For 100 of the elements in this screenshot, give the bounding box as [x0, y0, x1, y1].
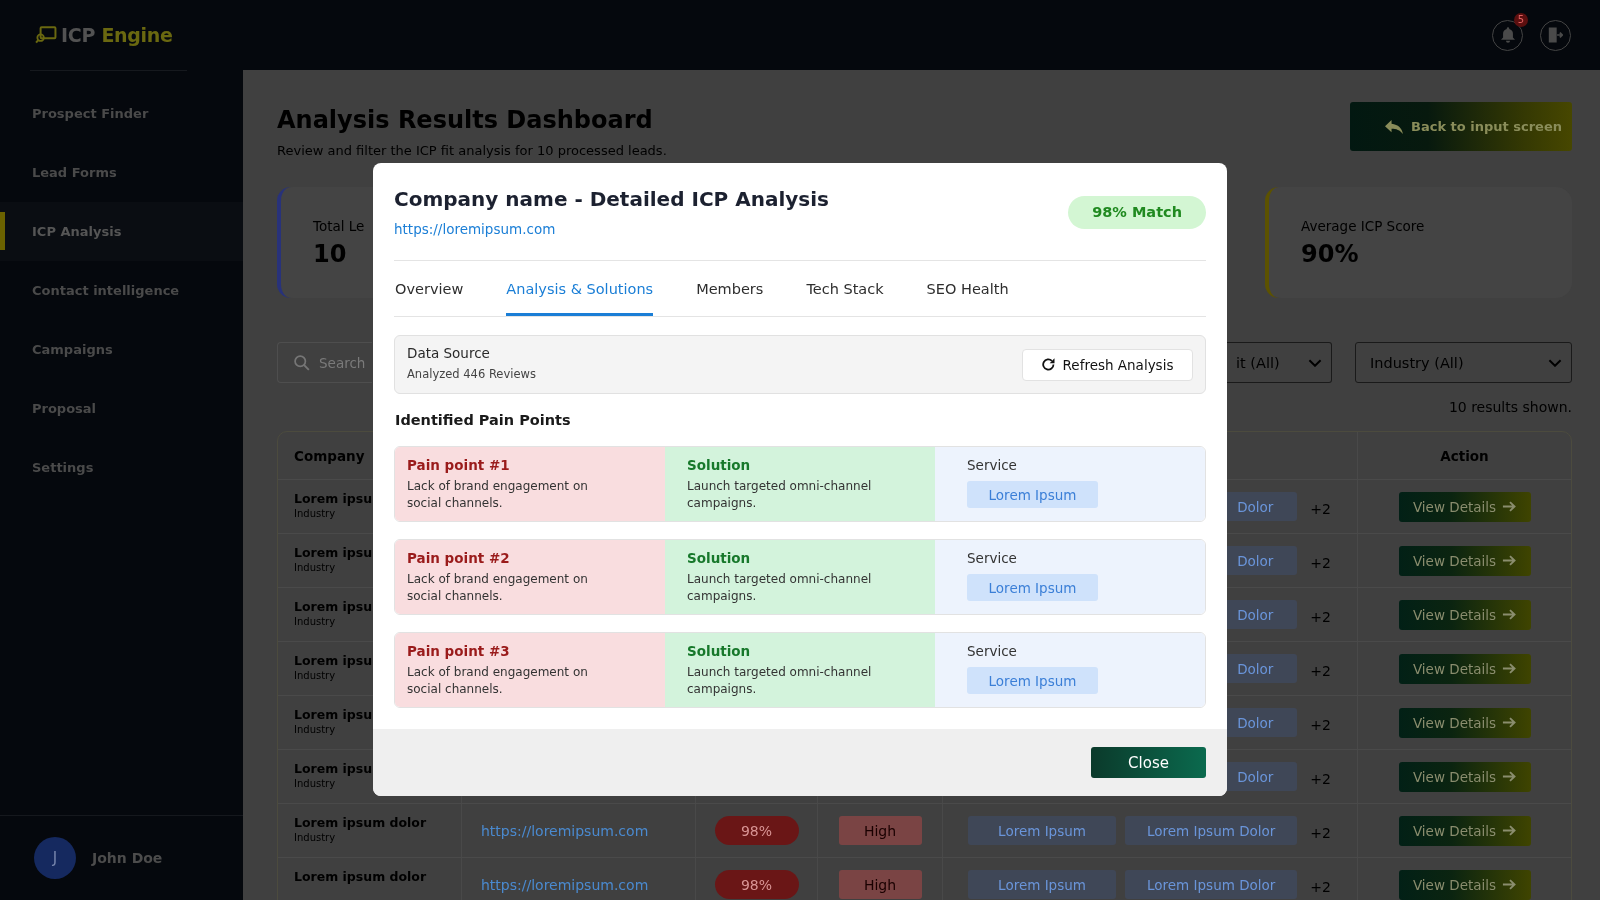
more-count: +2	[1310, 499, 1331, 517]
website-link[interactable]: https://loremipsum.com	[394, 219, 556, 239]
arrow-right-icon	[1502, 501, 1517, 512]
column-header: Action	[1440, 447, 1489, 464]
refresh-button[interactable]: Refresh Analysis	[1022, 348, 1193, 381]
arrow-right-icon	[1502, 825, 1517, 836]
pain-point-title: Pain point #1	[407, 456, 511, 474]
logo-icon	[35, 26, 57, 44]
solution-text: Launch targeted omni-channel campaigns.	[687, 571, 873, 605]
score-badge: 98%	[714, 870, 799, 899]
service-label: Service	[967, 456, 1018, 474]
solution-text: Launch targeted omni-channel campaigns.	[687, 478, 873, 512]
service-tag: Lorem Ipsum Dolor	[1125, 816, 1298, 845]
user-avatar: J	[34, 837, 76, 879]
service-tag: Lorem Ipsum	[967, 481, 1098, 508]
fit-badge: High	[838, 816, 922, 845]
company-name: Lorem ipsu	[294, 599, 373, 615]
view-details-button[interactable]: View Details	[1398, 653, 1531, 684]
solution-title: Solution	[687, 642, 752, 660]
tab[interactable]: SEO Health	[926, 261, 1009, 316]
arrow-right-icon	[1502, 771, 1517, 782]
search-icon	[294, 354, 310, 371]
arrow-right-icon	[1502, 555, 1517, 566]
search-field[interactable]: Search	[277, 342, 372, 383]
stat-value: 90%	[1301, 238, 1360, 269]
service-label: Service	[967, 549, 1018, 567]
more-count: +2	[1310, 769, 1331, 787]
page-subtitle: Review and filter the ICP fit analysis for 10 processed leads.	[277, 142, 667, 160]
more-count: +2	[1310, 715, 1331, 733]
service-tag: Lorem Ipsum	[967, 574, 1098, 601]
column-header: Company	[294, 447, 365, 464]
more-count: +2	[1310, 553, 1331, 571]
service-label: Service	[967, 642, 1018, 660]
company-name: Lorem ipsum dolor	[294, 869, 427, 885]
data-source-detail: Analyzed 446 Reviews	[407, 366, 536, 382]
industry-label: Industry	[294, 562, 336, 574]
chevron-down-icon	[1548, 358, 1562, 367]
chevron-down-icon	[1308, 358, 1322, 367]
more-count: +2	[1310, 607, 1331, 625]
view-details-button[interactable]: View Details	[1398, 707, 1531, 738]
view-details-button[interactable]: View Details	[1398, 491, 1531, 522]
pain-point-title: Pain point #2	[407, 549, 511, 567]
company-name: Lorem ipsum dolor	[294, 815, 427, 831]
website-link[interactable]: https://loremipsum.com	[481, 822, 649, 839]
company-name: Lorem ipsu	[294, 491, 373, 507]
tab[interactable]: Analysis & Solutions	[506, 261, 654, 316]
industry-label: Industry	[294, 832, 336, 844]
industry-label: Industry	[294, 670, 336, 682]
view-details-button[interactable]: View Details	[1398, 815, 1531, 846]
pain-point-text: Lack of brand engagement on social channels.	[407, 571, 589, 605]
pain-point-text: Lack of brand engagement on social channels.	[407, 478, 589, 512]
view-details-button[interactable]: View Details	[1398, 869, 1531, 900]
solution-text: Launch targeted omni-channel campaigns.	[687, 664, 873, 698]
view-details-button[interactable]: View Details	[1398, 545, 1531, 576]
results-count: 10 results shown.	[1448, 398, 1572, 416]
more-count: +2	[1310, 823, 1331, 841]
notification-badge: 5	[1514, 12, 1528, 27]
stat-value: 10	[313, 238, 348, 269]
pain-point-text: Lack of brand engagement on social channels.	[407, 664, 589, 698]
arrow-right-icon	[1502, 879, 1517, 890]
logout-icon	[1548, 27, 1563, 43]
arrow-right-icon	[1502, 609, 1517, 620]
industry-label: Industry	[294, 508, 336, 520]
view-details-button[interactable]: View Details	[1398, 599, 1531, 630]
service-tag: Lorem Ipsum Dolor	[1125, 870, 1298, 899]
dialog-title: Company name - Detailed ICP Analysis	[394, 186, 829, 213]
stat-label: Average ICP Score	[1301, 216, 1425, 235]
arrow-right-icon	[1502, 663, 1517, 674]
tab[interactable]: Members	[696, 261, 764, 316]
view-details-button[interactable]: View Details	[1398, 761, 1531, 792]
more-count: +2	[1310, 877, 1331, 895]
stat-label: Total Le	[313, 216, 365, 235]
section-title: Identified Pain Points	[394, 411, 572, 429]
industry-label: Industry	[294, 778, 336, 790]
refresh-icon	[1041, 358, 1055, 371]
score-badge: 98%	[714, 816, 799, 845]
match-badge: 98% Match	[1068, 195, 1206, 229]
sidebar-item[interactable]: ICP Analysis	[0, 202, 243, 261]
pain-point-title: Pain point #3	[407, 642, 511, 660]
industry-label: Industry	[294, 616, 336, 628]
service-tag: Lorem Ipsum	[967, 667, 1098, 694]
tab[interactable]: Tech Stack	[806, 261, 884, 316]
fit-badge: High	[838, 870, 922, 899]
company-name: Lorem ipsu	[294, 761, 373, 777]
close-button[interactable]: Close	[1091, 747, 1206, 778]
company-name: Lorem ipsu	[294, 707, 373, 723]
tab[interactable]: Overview	[395, 261, 464, 316]
service-tag: Lorem Ipsum	[968, 816, 1116, 845]
back-button[interactable]: Back to input screen	[1350, 102, 1572, 151]
solution-title: Solution	[687, 456, 752, 474]
arrow-right-icon	[1502, 717, 1517, 728]
service-tag: Lorem Ipsum	[968, 870, 1116, 899]
company-name: Lorem ipsu	[294, 545, 373, 561]
user-name: John Doe	[92, 850, 163, 866]
bell-icon	[1500, 27, 1515, 43]
website-link[interactable]: https://loremipsum.com	[481, 876, 649, 893]
data-source-label: Data Source	[407, 344, 491, 363]
industry-label: Industry	[294, 724, 336, 736]
logo-text: ICP Engine	[61, 24, 173, 46]
company-name: Lorem ipsu	[294, 653, 373, 669]
